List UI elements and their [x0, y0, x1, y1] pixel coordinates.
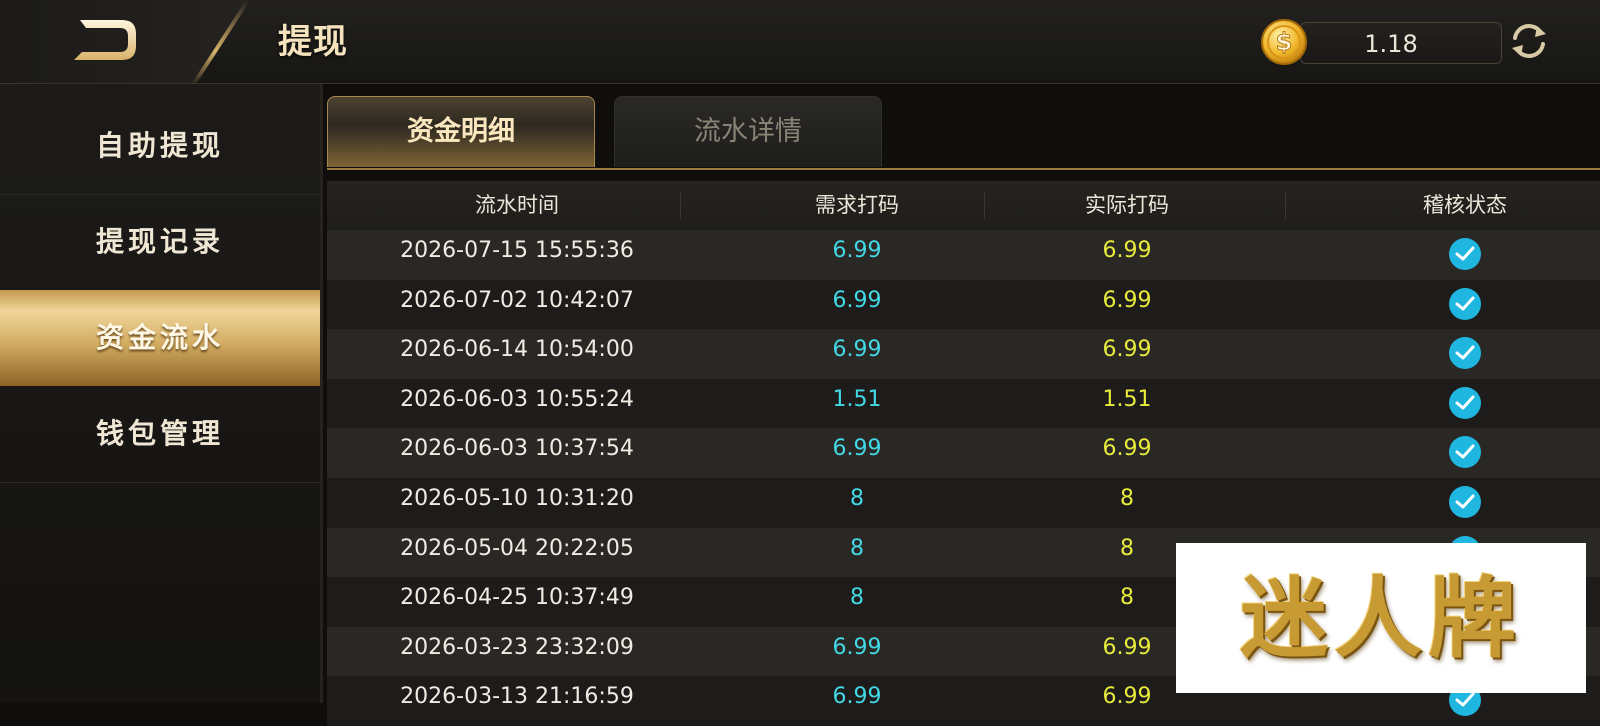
row-required: 8: [850, 486, 864, 511]
row-time: 2026-04-25 10:37:49: [400, 585, 634, 611]
row-actual: 6.99: [1102, 238, 1152, 263]
refresh-icon[interactable]: [1506, 18, 1552, 64]
check-icon: [1449, 238, 1481, 270]
column-header-required: 需求打码: [815, 193, 899, 217]
page-title: 提现: [278, 22, 348, 62]
check-icon: [1449, 436, 1481, 469]
table-row[interactable]: 2026-06-14 10:54:00 6.99 6.99: [327, 329, 1600, 379]
row-actual: 8: [1120, 486, 1134, 511]
row-required: 6.99: [832, 238, 882, 263]
tab-fund-details[interactable]: 资金明细: [327, 96, 595, 167]
check-icon: [1449, 386, 1481, 419]
row-status: [1347, 428, 1583, 478]
row-actual: 6.99: [1102, 287, 1152, 313]
row-required: 6.99: [832, 337, 882, 363]
row-status: [1347, 230, 1583, 280]
row-status: [1347, 478, 1583, 528]
column-divider: [680, 193, 681, 219]
table-row[interactable]: 2026-07-02 10:42:07 6.99 6.99: [327, 279, 1600, 330]
row-required: 6.99: [832, 287, 882, 313]
sidebar-item-fund-flow[interactable]: 资金流水: [0, 290, 320, 386]
row-required: 8: [850, 535, 864, 561]
column-divider: [1285, 193, 1286, 219]
table-row[interactable]: 2026-06-03 10:37:54 6.99 6.99: [327, 428, 1600, 478]
row-time: 2026-03-13 21:16:59: [400, 684, 634, 710]
column-header-status: 稽核状态: [1423, 193, 1507, 217]
row-time: 2026-05-10 10:31:20: [400, 486, 634, 511]
row-required: 6.99: [832, 436, 882, 462]
check-icon: [1449, 486, 1481, 518]
back-icon[interactable]: [72, 16, 142, 66]
row-time: 2026-05-04 20:22:05: [400, 535, 634, 561]
sidebar: 自助提现 提现记录 资金流水 钱包管理: [0, 84, 323, 703]
table-row[interactable]: 2026-06-03 10:55:24 1.51 1.51: [327, 378, 1600, 429]
table-row[interactable]: 2026-05-10 10:31:20 8 8: [327, 478, 1600, 528]
row-actual: 6.99: [1102, 436, 1152, 462]
check-icon: [1449, 287, 1481, 320]
row-actual: 1.51: [1102, 386, 1152, 412]
row-status: [1347, 379, 1583, 429]
balance-value: 1.18: [1364, 30, 1418, 58]
row-time: 2026-07-02 10:42:07: [400, 287, 634, 313]
row-required: 1.51: [832, 386, 882, 412]
coin-icon: $: [1260, 18, 1308, 66]
tab-bar: 资金明细 流水详情: [327, 90, 1600, 170]
row-status: [1347, 280, 1583, 330]
table-row[interactable]: 2026-07-15 15:55:36 6.99 6.99: [327, 230, 1600, 280]
row-time: 2026-03-23 23:32:09: [400, 634, 634, 660]
sidebar-item-wallet-management[interactable]: 钱包管理: [0, 386, 320, 483]
sidebar-item-self-withdraw[interactable]: 自助提现: [0, 98, 320, 195]
row-required: 6.99: [832, 634, 882, 660]
row-time: 2026-07-15 15:55:36: [400, 238, 634, 263]
watermark-text: 迷人牌: [1239, 566, 1522, 670]
watermark: 迷人牌: [1176, 543, 1586, 693]
balance-box: 1.18: [1300, 22, 1502, 64]
column-header-actual: 实际打码: [1085, 193, 1169, 217]
row-time: 2026-06-03 10:37:54: [400, 436, 634, 462]
column-header-time: 流水时间: [475, 193, 559, 217]
row-required: 8: [850, 585, 864, 611]
row-actual: 6.99: [1102, 337, 1152, 363]
row-status: [1347, 329, 1583, 379]
top-bar: 提现 1.18 $: [0, 0, 1600, 87]
check-icon: [1449, 337, 1481, 370]
row-time: 2026-06-03 10:55:24: [400, 386, 634, 412]
tab-flow-details[interactable]: 流水详情: [614, 96, 882, 167]
row-required: 6.99: [832, 684, 882, 710]
svg-text:$: $: [1276, 28, 1293, 56]
row-time: 2026-06-14 10:54:00: [400, 337, 634, 363]
table-header: 流水时间 需求打码 实际打码 稽核状态: [327, 181, 1600, 230]
sidebar-item-withdraw-records[interactable]: 提现记录: [0, 194, 320, 291]
